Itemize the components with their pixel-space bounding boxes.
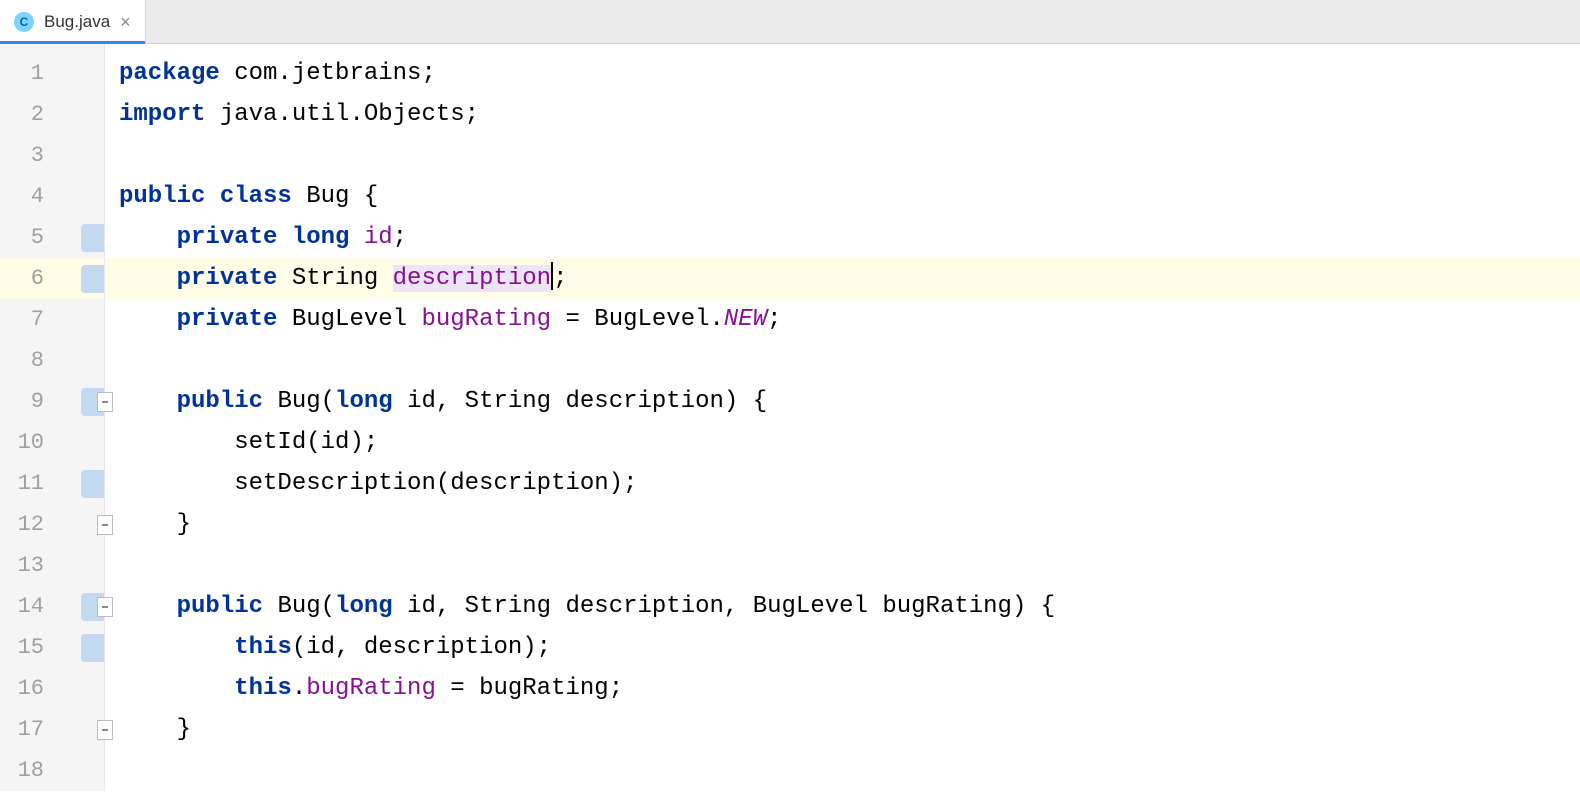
code-line[interactable]: package com.jetbrains; [119, 53, 1580, 94]
line-number[interactable]: 1 [0, 53, 104, 94]
code-line[interactable]: public Bug(long id, String description) … [119, 381, 1580, 422]
code-line[interactable] [119, 545, 1580, 586]
line-number[interactable]: 4 [0, 176, 104, 217]
editor: 123456789101112131415161718 package com.… [0, 44, 1580, 791]
code-line[interactable]: setDescription(description); [119, 463, 1580, 504]
code-line[interactable]: private BugLevel bugRating = BugLevel.NE… [119, 299, 1580, 340]
gutter-marker[interactable] [81, 470, 104, 498]
code-line[interactable]: setId(id); [119, 422, 1580, 463]
close-icon[interactable]: × [120, 13, 131, 31]
gutter-marker[interactable] [81, 265, 104, 293]
code-line[interactable]: public class Bug { [119, 176, 1580, 217]
code-line[interactable]: private String description; [105, 258, 1580, 299]
code-line[interactable] [119, 135, 1580, 176]
code-line[interactable] [119, 750, 1580, 791]
line-number[interactable]: 18 [0, 750, 104, 791]
line-number[interactable]: 15 [0, 627, 104, 668]
line-number[interactable]: 8 [0, 340, 104, 381]
tab-bar: C Bug.java × [0, 0, 1580, 44]
line-number[interactable]: 17 [0, 709, 104, 750]
fold-icon[interactable] [97, 720, 113, 740]
line-number[interactable]: 13 [0, 545, 104, 586]
code-area[interactable]: package com.jetbrains;import java.util.O… [105, 44, 1580, 791]
code-line[interactable]: this(id, description); [119, 627, 1580, 668]
line-number[interactable]: 5 [0, 217, 104, 258]
gutter: 123456789101112131415161718 [0, 44, 105, 791]
code-line[interactable]: this.bugRating = bugRating; [119, 668, 1580, 709]
line-number[interactable]: 7 [0, 299, 104, 340]
fold-icon[interactable] [97, 597, 113, 617]
class-icon: C [14, 12, 34, 32]
line-number[interactable]: 16 [0, 668, 104, 709]
code-line[interactable]: import java.util.Objects; [119, 94, 1580, 135]
tab-bug-java[interactable]: C Bug.java × [0, 0, 146, 43]
line-number[interactable]: 10 [0, 422, 104, 463]
gutter-marker[interactable] [81, 634, 104, 662]
fold-icon[interactable] [97, 392, 113, 412]
line-number[interactable]: 2 [0, 94, 104, 135]
tab-label: Bug.java [44, 12, 110, 32]
line-number[interactable]: 12 [0, 504, 104, 545]
code-line[interactable]: private long id; [119, 217, 1580, 258]
fold-icon[interactable] [97, 515, 113, 535]
code-line[interactable]: } [119, 709, 1580, 750]
code-line[interactable]: public Bug(long id, String description, … [119, 586, 1580, 627]
line-number[interactable]: 11 [0, 463, 104, 504]
code-line[interactable]: } [119, 504, 1580, 545]
line-number[interactable]: 14 [0, 586, 104, 627]
line-number[interactable]: 6 [0, 258, 104, 299]
line-number[interactable]: 9 [0, 381, 104, 422]
code-line[interactable] [119, 340, 1580, 381]
gutter-marker[interactable] [81, 224, 104, 252]
line-number[interactable]: 3 [0, 135, 104, 176]
